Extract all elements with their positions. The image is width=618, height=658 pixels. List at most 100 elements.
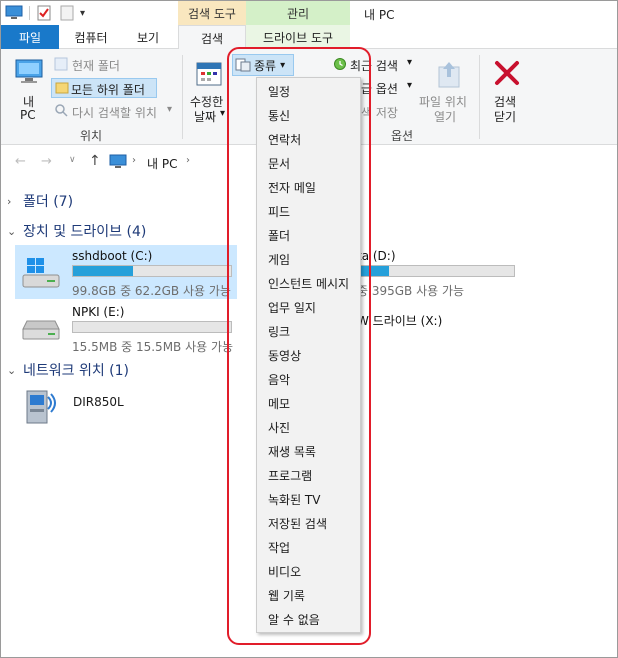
- group-separator: [182, 55, 183, 139]
- type-dropdown-menu: 일정 통신 연락처 문서 전자 메일 피드 폴더 게임 인스턴트 메시지 업무 일지 링크 동영상 음악…: [256, 77, 361, 633]
- search-again-icon: [55, 104, 68, 117]
- network-item-name: DIR850L: [73, 395, 124, 409]
- section-devices-label: 장치 및 드라이브 (4): [23, 224, 147, 240]
- qat-dropdown-icon[interactable]: ▾: [80, 8, 85, 19]
- subfolders-icon: [55, 82, 69, 94]
- drive-d[interactable]: ta (D:) 중 395GB 사용 가능: [357, 249, 517, 298]
- type-menu-item[interactable]: 일정: [257, 79, 360, 103]
- type-menu-item[interactable]: 폴더: [257, 223, 360, 247]
- new-folder-icon[interactable]: [60, 5, 74, 21]
- type-menu-item[interactable]: 게임: [257, 247, 360, 271]
- quick-access-toolbar: ▾: [5, 4, 85, 22]
- type-menu-item[interactable]: 음악: [257, 367, 360, 391]
- drive-c-tile[interactable]: sshdboot (C:) 99.8GB 중 62.2GB 사용 가능: [15, 245, 237, 299]
- breadcrumb-separator-icon[interactable]: ›: [132, 155, 136, 166]
- type-menu-item[interactable]: 피드: [257, 199, 360, 223]
- type-menu-item[interactable]: 통신: [257, 103, 360, 127]
- close-search-icon[interactable]: [493, 59, 521, 87]
- type-menu-item[interactable]: 재생 목록: [257, 439, 360, 463]
- type-menu-item[interactable]: 업무 일지: [257, 295, 360, 319]
- type-dropdown-icon: ▾: [280, 59, 286, 71]
- drive-c-name: sshdboot (C:): [72, 249, 153, 263]
- type-menu-item[interactable]: 녹화된 TV: [257, 487, 360, 511]
- date-modified-dropdown-icon[interactable]: ▾: [220, 108, 225, 119]
- type-menu-item[interactable]: 문서: [257, 151, 360, 175]
- this-pc-label-2[interactable]: PC: [20, 108, 36, 122]
- expand-chevron-icon[interactable]: ›: [7, 195, 23, 208]
- section-folders-label: 폴더 (7): [23, 194, 74, 210]
- manage-header: 관리: [246, 1, 350, 25]
- recent-searches-button[interactable]: 최근 검색: [350, 57, 398, 74]
- current-folder-icon: [54, 57, 68, 71]
- this-pc-icon[interactable]: [14, 57, 44, 87]
- drive-icon: [22, 320, 60, 340]
- close-search-label-2[interactable]: 닫기: [494, 108, 516, 125]
- drive-e-tile[interactable]: NPKI (E:) 15.5MB 중 15.5MB 사용 가능: [15, 301, 237, 355]
- type-menu-item[interactable]: 프로그램: [257, 463, 360, 487]
- type-menu-item[interactable]: 웹 기록: [257, 583, 360, 607]
- current-folder-button[interactable]: 현재 폴더: [72, 57, 120, 74]
- drive-d-usage-fill: [358, 266, 390, 276]
- address-path[interactable]: 내 PC: [147, 155, 177, 172]
- section-network[interactable]: ⌄ 네트워크 위치 (1): [7, 360, 129, 380]
- type-menu-item[interactable]: 인스턴트 메시지: [257, 271, 360, 295]
- recent-searches-dropdown-icon[interactable]: ▾: [407, 57, 412, 68]
- type-menu-item[interactable]: 저장된 검색: [257, 511, 360, 535]
- type-menu-item[interactable]: 비디오: [257, 559, 360, 583]
- type-menu-item[interactable]: 알 수 없음: [257, 607, 360, 631]
- date-modified-label-2[interactable]: 날짜: [194, 108, 216, 125]
- type-menu-item[interactable]: 메모: [257, 391, 360, 415]
- type-menu-item[interactable]: 전자 메일: [257, 175, 360, 199]
- calendar-icon[interactable]: [195, 59, 223, 87]
- properties-icon[interactable]: [36, 5, 52, 21]
- type-menu-item[interactable]: 링크: [257, 319, 360, 343]
- drive-d-usage-bar: [357, 265, 515, 277]
- location-group-label: 위치: [80, 129, 103, 143]
- tab-drive-tools[interactable]: 드라이브 도구: [246, 25, 350, 49]
- type-menu-item[interactable]: 작업: [257, 535, 360, 559]
- type-icon: [235, 58, 251, 72]
- recent-searches-icon: [334, 58, 346, 70]
- breadcrumb-separator-icon[interactable]: ›: [186, 155, 190, 166]
- open-location-icon[interactable]: [437, 59, 461, 89]
- recent-locations-icon[interactable]: ∨: [69, 155, 76, 165]
- type-button[interactable]: 종류 ▾: [232, 54, 294, 76]
- type-menu-item[interactable]: 연락처: [257, 127, 360, 151]
- drive-d-name: ta (D:): [357, 249, 396, 263]
- section-devices[interactable]: ⌄ 장치 및 드라이브 (4): [7, 221, 146, 241]
- all-subfolders-button[interactable]: 모든 하위 폴더: [51, 78, 157, 98]
- drive-c: sshdboot (C:) 99.8GB 중 62.2GB 사용 가능: [72, 249, 232, 298]
- drive-e-name: NPKI (E:): [72, 305, 125, 319]
- type-menu-item[interactable]: 동영상: [257, 343, 360, 367]
- router-icon: [26, 390, 56, 424]
- address-pc-icon: [109, 154, 127, 168]
- title-bar: ▾ 검색 도구 관리 내 PC: [1, 1, 617, 25]
- open-location-label-2[interactable]: 열기: [434, 108, 456, 125]
- collapse-chevron-icon[interactable]: ⌄: [7, 225, 23, 238]
- computer-icon[interactable]: [5, 5, 23, 21]
- ribbon-tabs: 파일 컴퓨터 보기 검색 드라이브 도구: [1, 25, 617, 50]
- search-tools-header: 검색 도구: [178, 1, 246, 25]
- type-menu-item[interactable]: 사진: [257, 415, 360, 439]
- window-title: 내 PC: [364, 8, 395, 22]
- drive-x[interactable]: W 드라이브 (X:): [357, 312, 517, 330]
- up-arrow-icon[interactable]: ↑: [89, 153, 101, 169]
- collapse-chevron-icon[interactable]: ⌄: [7, 364, 23, 377]
- search-again-button[interactable]: 다시 검색할 위치: [72, 104, 157, 121]
- windows-drive-icon: [22, 258, 60, 288]
- options-group-label: 옵션: [391, 129, 414, 143]
- drive-c-usage-fill: [73, 266, 134, 276]
- tab-computer[interactable]: 컴퓨터: [63, 25, 119, 49]
- tab-view[interactable]: 보기: [123, 25, 173, 49]
- search-again-dropdown-icon[interactable]: ▾: [167, 104, 172, 115]
- section-folders[interactable]: › 폴더 (7): [7, 191, 73, 211]
- drive-x-name: W 드라이브 (X:): [357, 314, 443, 328]
- network-item[interactable]: DIR850L: [15, 385, 175, 435]
- qat-divider: [29, 6, 30, 20]
- tab-search[interactable]: 검색: [178, 25, 246, 50]
- drive-e-usage-bar: [72, 321, 232, 333]
- advanced-options-dropdown-icon[interactable]: ▾: [407, 80, 412, 91]
- back-arrow-icon[interactable]: ←: [15, 154, 26, 169]
- tab-file[interactable]: 파일: [1, 25, 59, 49]
- forward-arrow-icon[interactable]: →: [41, 154, 52, 169]
